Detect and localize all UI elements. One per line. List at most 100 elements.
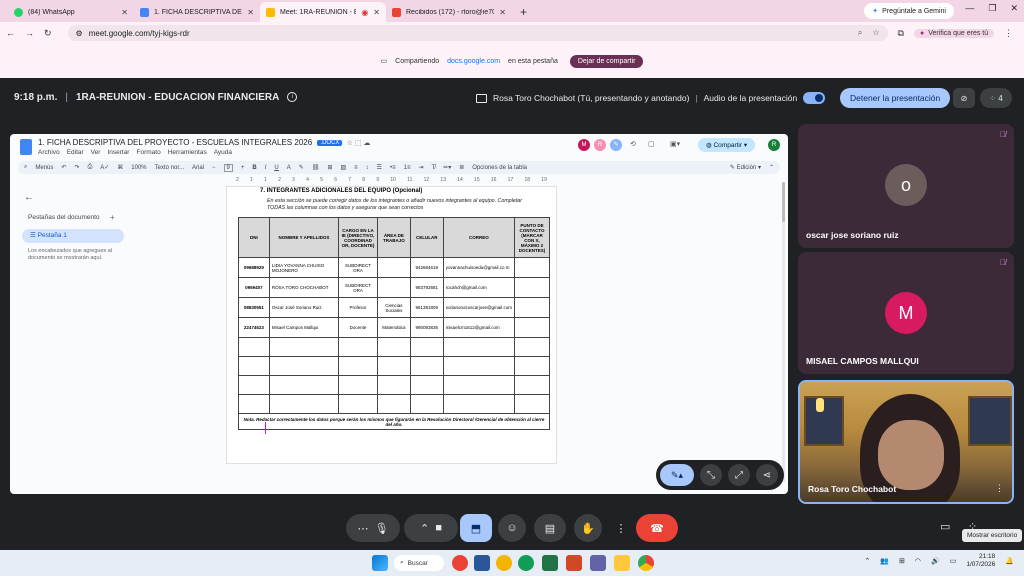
reactions-button[interactable]: ☺	[498, 514, 526, 542]
add-tab-icon[interactable]: +	[110, 213, 115, 222]
doc-tab-1[interactable]: ☰ Pestaña 1	[22, 229, 124, 243]
spellcheck-icon[interactable]: A✓	[100, 164, 109, 171]
table-options-button[interactable]: Opciones de la tabla	[472, 165, 527, 171]
table-cell[interactable]: misaelcm1612@gmail.com	[442, 317, 516, 338]
redo-icon[interactable]: ↷	[74, 164, 79, 171]
link-icon[interactable]: ⛓	[312, 164, 320, 171]
avatar[interactable]: M	[578, 139, 590, 151]
powerpoint-icon[interactable]	[566, 555, 582, 571]
info-icon[interactable]: i	[287, 92, 298, 102]
table-cell[interactable]: yovannachuisoedu@gmail.co m	[442, 257, 516, 278]
captions-button[interactable]: ▤	[534, 514, 566, 542]
share-button[interactable]: ⋖	[756, 464, 778, 486]
reload-icon[interactable]: ↻	[44, 28, 52, 39]
table-cell[interactable]: Ciencias Sociales	[376, 297, 411, 318]
extensions-icon[interactable]: ⧉	[898, 28, 904, 39]
font-size-minus[interactable]: −	[212, 165, 216, 171]
table-cell[interactable]: Oscar José Soriano Ruiz	[268, 297, 340, 318]
highlight-icon[interactable]: ✎	[299, 164, 304, 171]
annotate-pen-button[interactable]: ✎▴	[660, 464, 694, 486]
tab-docs[interactable]: 1. FICHA DESCRIPTIVA DEL ✕	[134, 2, 260, 22]
volume-icon[interactable]: 🔊	[931, 557, 940, 565]
language-icon[interactable]: ⊞	[899, 557, 905, 565]
doc-scrollbar[interactable]	[782, 182, 785, 482]
table-cell[interactable]: 0959407	[238, 277, 270, 298]
comment-icon[interactable]: ▢	[648, 140, 655, 148]
table-row[interactable]: 08830551 Oscar José Soriano Ruiz Profeso…	[238, 297, 550, 318]
table-cell[interactable]: sorianoruizoscarjose@gmail.com	[442, 297, 516, 318]
table-cell[interactable]: 983792681	[409, 277, 444, 298]
table-row[interactable]: 09688929 LIDIA YOVANNA CHUISO MOJONERO S…	[238, 257, 550, 278]
table-cell[interactable]	[514, 297, 550, 318]
table-cell[interactable]: Profesor	[338, 297, 378, 318]
table-cell[interactable]: SUBDIRECT ORA	[338, 257, 378, 278]
edge-icon[interactable]	[518, 555, 534, 571]
table-cell[interactable]	[376, 257, 411, 278]
insert-image-icon[interactable]: ▨	[340, 164, 346, 171]
fullscreen-button[interactable]: ⤢	[728, 464, 750, 486]
presentation-audio-toggle[interactable]	[803, 92, 826, 104]
maximize-icon[interactable]: ❐	[988, 3, 996, 14]
text-color-icon[interactable]: A	[287, 165, 291, 171]
word-icon[interactable]	[474, 555, 490, 571]
more-options-button[interactable]: ⋮	[610, 514, 632, 542]
forward-icon[interactable]: →	[25, 28, 34, 38]
doc-title[interactable]: 1. FICHA DESCRIPTIVA DEL PROYECTO - ESCU…	[38, 138, 370, 147]
italic-icon[interactable]: I	[265, 165, 267, 171]
more-options-icon[interactable]: ⋮	[995, 483, 1004, 494]
table-cell[interactable]: 942684619	[409, 257, 444, 278]
close-window-icon[interactable]: ✕	[1010, 3, 1018, 14]
teams-icon[interactable]	[590, 555, 606, 571]
menu-archivo[interactable]: Archivo	[38, 149, 60, 156]
bookmark-star-icon[interactable]: ☆	[872, 28, 879, 38]
checklist-icon[interactable]: ☰	[377, 164, 382, 171]
camera-off-icon[interactable]: ⊘	[953, 88, 975, 108]
menu-formato[interactable]: Formato	[136, 149, 160, 156]
people-icon[interactable]: 👥	[880, 557, 889, 565]
new-tab-button[interactable]: +	[512, 2, 535, 22]
minimize-icon[interactable]: —	[965, 3, 974, 14]
participant-tile-misael[interactable]: 🎙̸ M MISAEL CAMPOS MALLQUI	[798, 252, 1014, 374]
border-color-icon[interactable]: ✏▾	[443, 164, 451, 171]
avatar[interactable]: R	[594, 139, 606, 151]
table-cell[interactable]	[514, 277, 550, 298]
stop-sharing-button[interactable]: Dejar de compartir	[569, 54, 644, 68]
table-row-empty[interactable]	[238, 337, 550, 357]
close-icon[interactable]: ✕	[373, 8, 380, 17]
move-toolbar-button[interactable]: ⤡	[700, 464, 722, 486]
menu-ver[interactable]: Ver	[91, 149, 101, 156]
history-icon[interactable]: ⟲	[630, 140, 636, 148]
participant-tile-rosa[interactable]: Rosa Toro Chochabot ⋮	[798, 380, 1014, 504]
font-size-plus[interactable]: +	[241, 165, 245, 171]
camera-control[interactable]: ⌃ ■	[404, 514, 458, 542]
menus-button[interactable]: Menús	[35, 165, 53, 171]
font-size-input[interactable]: 9	[223, 163, 233, 172]
table-row[interactable]: 0959407 ROSA TORO CHOCHABOT SUBDIRECT OR…	[238, 277, 550, 298]
table-cell[interactable]: LIDIA YOVANNA CHUISO MOJONERO	[268, 257, 340, 278]
back-arrow-icon[interactable]: ←	[24, 192, 34, 203]
clear-format-icon[interactable]: T̸	[432, 165, 436, 171]
participants-button[interactable]: ⁘ 4	[980, 88, 1012, 108]
table-cell[interactable]: Docente	[338, 317, 378, 338]
chrome-icon[interactable]	[638, 555, 654, 571]
table-cell[interactable]: 09688929	[238, 257, 270, 278]
doc-share-button[interactable]: ◍ Compartir ▾	[698, 138, 756, 152]
align-icon[interactable]: ≡	[354, 165, 358, 171]
docs-logo-icon[interactable]	[20, 139, 32, 155]
border-width-icon[interactable]: ≣	[459, 164, 464, 171]
table-cell[interactable]: 22474623	[238, 317, 270, 338]
team-table[interactable]: DNI NOMBRE Y APELLIDOS CARGO EN LA IE (D…	[238, 217, 550, 430]
site-info-icon[interactable]: ⚙	[76, 29, 83, 38]
menu-kebab-icon[interactable]: ⋮	[1004, 28, 1013, 39]
collapse-toolbar-icon[interactable]: ⌃	[769, 164, 774, 171]
back-icon[interactable]: ←	[6, 28, 15, 38]
menus-search-icon[interactable]: ⌕	[24, 164, 27, 171]
avatar[interactable]: ✎	[610, 139, 622, 151]
table-row-empty[interactable]	[238, 375, 550, 395]
excel-icon[interactable]	[542, 555, 558, 571]
clock[interactable]: 21:18 1/07/2026	[966, 553, 995, 570]
chevron-up-icon[interactable]: ⌃	[864, 557, 870, 565]
insert-comment-icon[interactable]: ⊞	[327, 164, 332, 171]
verify-profile-button[interactable]: ● Verifica que eres tú	[913, 28, 995, 38]
close-icon[interactable]: ✕	[499, 8, 506, 17]
